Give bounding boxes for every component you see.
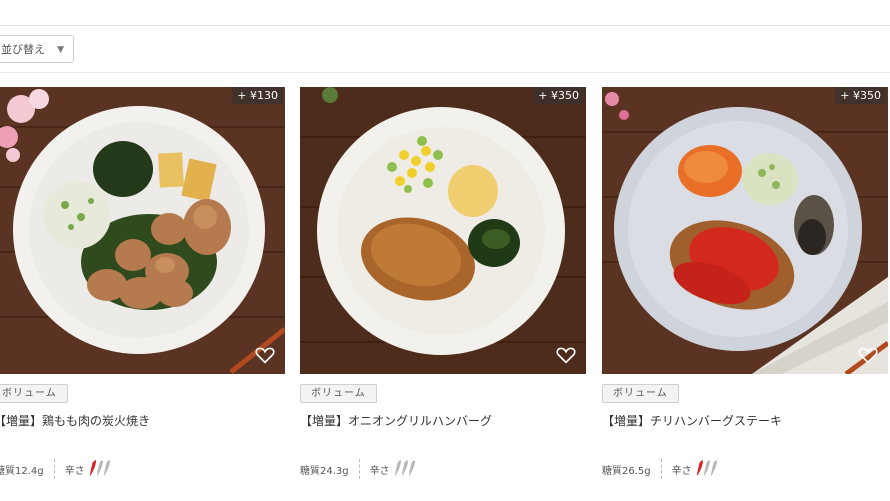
meal-image (300, 87, 586, 374)
spice-rating (394, 459, 415, 480)
sort-divider (0, 72, 890, 73)
top-divider (0, 25, 890, 26)
product-name[interactable]: 【増量】チリハンバーグステーキ (602, 412, 782, 429)
meal-image (602, 87, 888, 374)
product-name[interactable]: 【増量】オニオングリルハンバーグ (300, 412, 492, 429)
sugar-value: 糖質12.4g (0, 465, 44, 477)
heart-icon[interactable] (556, 346, 576, 364)
spice-label: 辛さ (369, 465, 390, 477)
heart-icon[interactable] (858, 346, 878, 364)
price-badge: + ¥350 (835, 87, 886, 104)
product-card: + ¥350 ボリューム 【増量】チリハンバーグステーキ 糖質26.5g 辛さ (602, 87, 888, 501)
stats-divider (53, 459, 55, 479)
product-photo[interactable]: + ¥350 (300, 87, 586, 374)
sugar-value: 糖質26.5g (602, 465, 651, 477)
product-name[interactable]: 【増量】鶏もも肉の炭火焼き (0, 412, 150, 429)
product-photo[interactable]: + ¥350 (602, 87, 888, 374)
chili-icon (408, 459, 415, 476)
sort-dropdown[interactable]: 並び替え ▼ (0, 35, 74, 63)
product-stats: 糖質12.4g 辛さ (0, 458, 110, 480)
product-card: + ¥350 ボリューム 【増量】オニオングリルハンバーグ 糖質24.3g 辛さ (300, 87, 586, 501)
sort-label: 並び替え (1, 43, 45, 56)
product-stats: 糖質24.3g 辛さ (300, 458, 415, 480)
sort-arrow-icon: ▼ (57, 45, 64, 55)
spice-label: 辛さ (64, 465, 85, 477)
product-card: + ¥130 ボリューム 【増量】鶏もも肉の炭火焼き 糖質12.4g 辛さ (0, 87, 285, 501)
product-photo[interactable]: + ¥130 (0, 87, 285, 374)
spice-label: 辛さ (671, 465, 692, 477)
price-badge: + ¥350 (533, 87, 584, 104)
heart-icon[interactable] (255, 346, 275, 364)
chili-icon (710, 459, 717, 476)
stats-divider (660, 459, 662, 479)
price-badge: + ¥130 (232, 87, 283, 104)
meal-image (0, 87, 285, 374)
volume-tag: ボリューム (0, 384, 68, 403)
volume-tag: ボリューム (602, 384, 679, 403)
chili-icon (103, 459, 110, 476)
spice-rating (696, 459, 717, 480)
volume-tag: ボリューム (300, 384, 377, 403)
sugar-value: 糖質24.3g (300, 465, 349, 477)
spice-rating (89, 459, 110, 480)
product-stats: 糖質26.5g 辛さ (602, 458, 717, 480)
stats-divider (358, 459, 360, 479)
